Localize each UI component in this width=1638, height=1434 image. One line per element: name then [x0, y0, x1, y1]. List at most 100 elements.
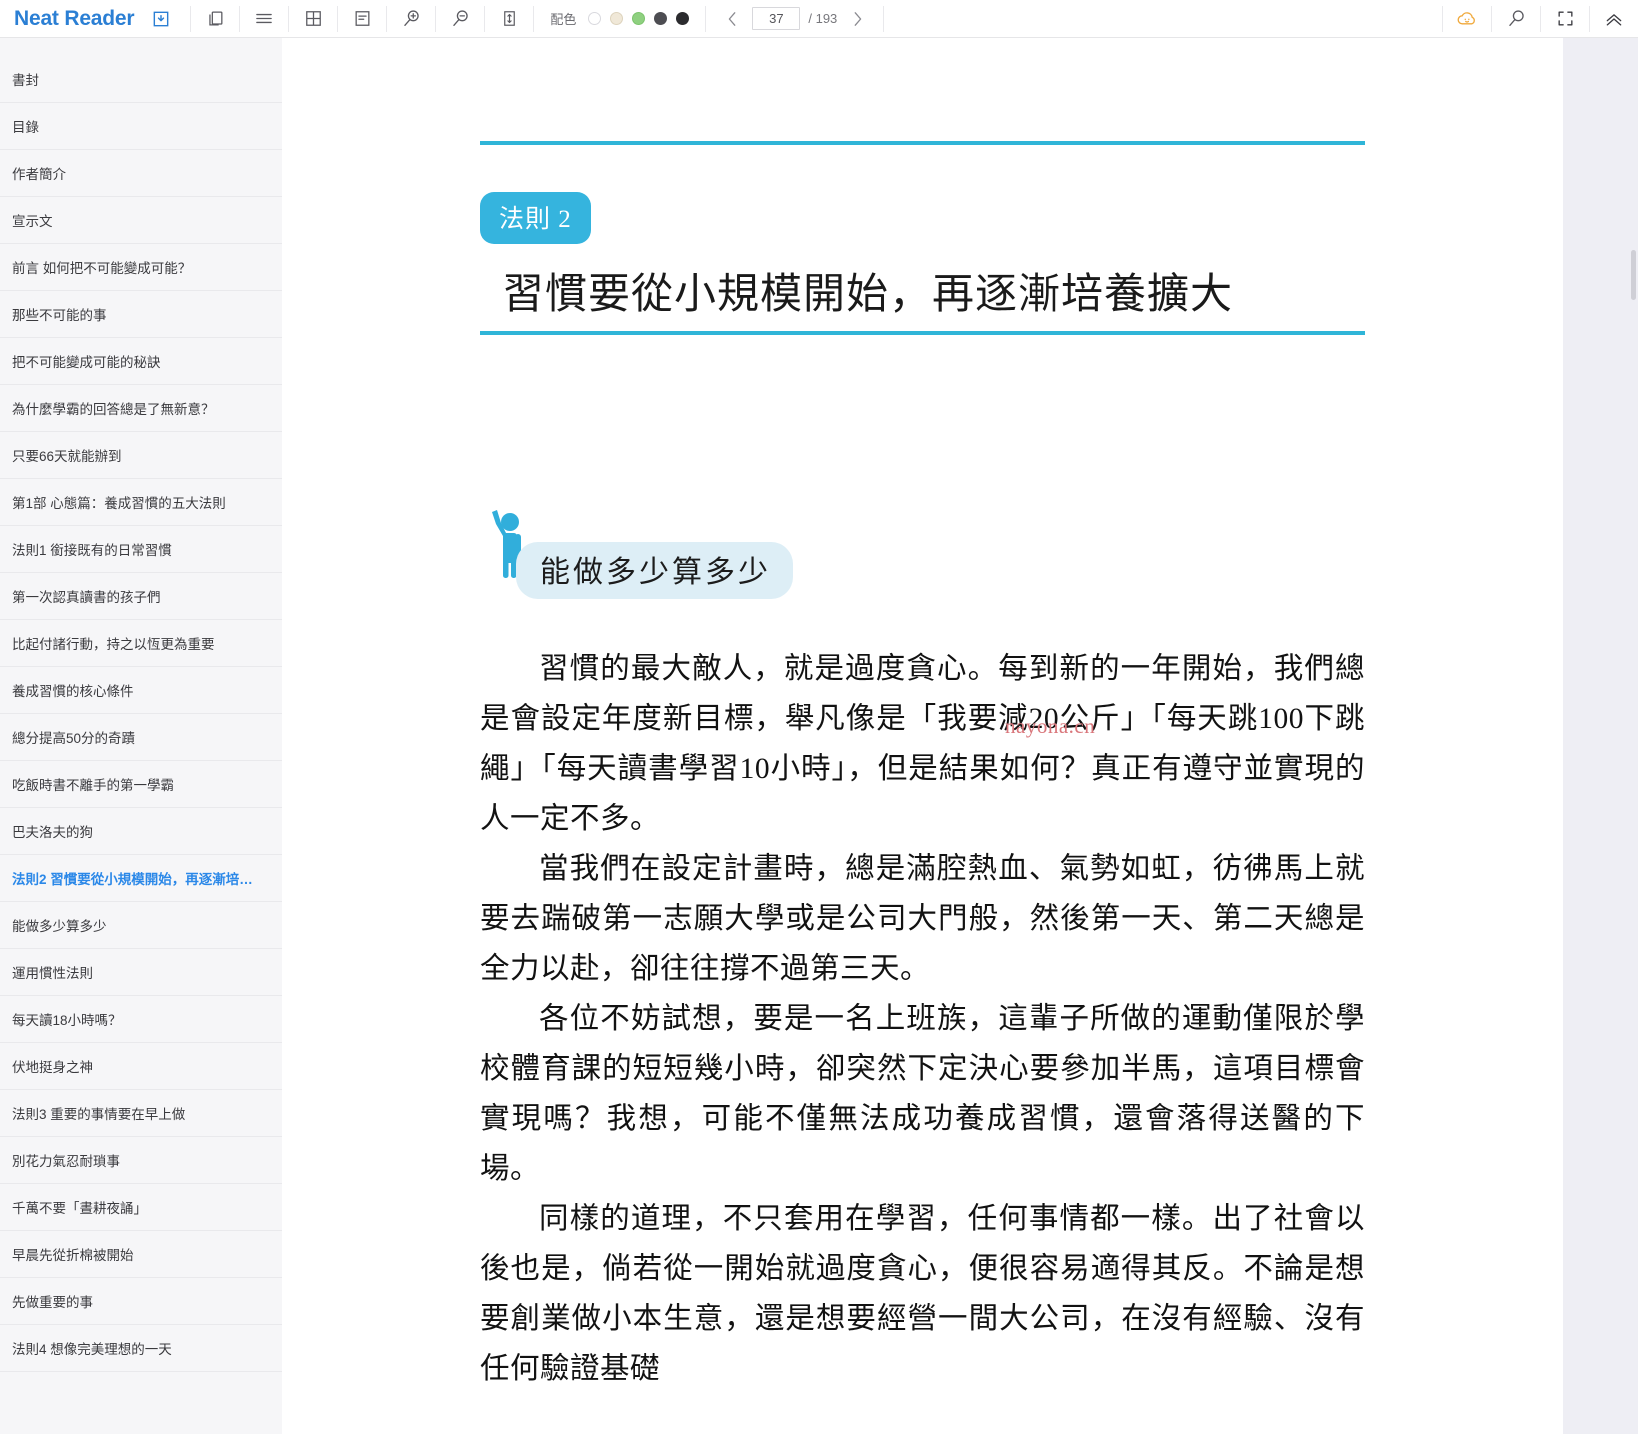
toc-item-label: 第一次認真讀書的孩子們	[12, 590, 161, 605]
theme-swatch-sepia[interactable]	[610, 12, 624, 25]
toc-item[interactable]: 總分提高50分的奇蹟	[0, 714, 282, 761]
app-title: Neat Reader	[14, 6, 135, 30]
toc-item[interactable]: 把不可能變成可能的秘訣	[0, 338, 282, 385]
toc-item[interactable]: 養成習慣的核心條件	[0, 667, 282, 714]
page-navigation: / 193	[706, 0, 883, 38]
toc-item-label: 法則3 重要的事情要在早上做	[12, 1107, 186, 1122]
section-heading-block: 能做多少算多少	[480, 500, 1453, 599]
toc-item[interactable]: 作者簡介	[0, 150, 282, 197]
toc-item[interactable]: 別花力氣忍耐瑣事	[0, 1137, 282, 1184]
save-book-icon[interactable]	[146, 0, 176, 38]
theme-swatch-dark-gray[interactable]	[654, 12, 668, 25]
theme-swatch-green[interactable]	[632, 12, 646, 25]
toc-item[interactable]: 前言 如何把不可能變成可能？	[0, 244, 282, 291]
toc-item-label: 法則4 想像完美理想的一天	[12, 1342, 172, 1357]
zoom-out-icon[interactable]	[436, 0, 484, 38]
cloud-sync-icon[interactable]	[1443, 0, 1491, 38]
toc-item[interactable]: 目錄	[0, 103, 282, 150]
toc-item-label: 第1部 心態篇：養成習慣的五大法則	[12, 496, 226, 511]
toc-item-label: 那些不可能的事	[12, 308, 107, 323]
brand-group: Neat Reader	[0, 0, 190, 38]
toc-item-label: 每天讀18小時嗎？	[12, 1013, 122, 1028]
toc-item[interactable]: 巴夫洛夫的狗	[0, 808, 282, 855]
toc-item-label: 目錄	[12, 120, 39, 135]
toc-item[interactable]: 吃飯時書不離手的第一學霸	[0, 761, 282, 808]
vertical-scrollbar-thumb[interactable]	[1631, 250, 1636, 300]
toc-item-label: 法則2 習慣要從小規模開始，再逐漸培…	[12, 872, 253, 887]
toc-item-label: 把不可能變成可能的秘訣	[12, 355, 161, 370]
toc-item-label: 吃飯時書不離手的第一學霸	[12, 778, 174, 793]
toc-item-label: 巴夫洛夫的狗	[12, 825, 93, 840]
toc-item[interactable]: 第一次認真讀書的孩子們	[0, 573, 282, 620]
notes-icon[interactable]	[338, 0, 386, 38]
chapter-rule-bottom	[480, 331, 1365, 335]
toc-item[interactable]: 只要66天就能辦到	[0, 432, 282, 479]
toc-list-icon[interactable]	[240, 0, 288, 38]
line-height-icon[interactable]	[485, 0, 533, 38]
body-paragraph: 習慣的最大敵人，就是過度貪心。每到新的一年開始，我們總是會設定年度新目標，舉凡像…	[480, 653, 1365, 835]
body-paragraph: 各位不妨試想，要是一名上班族，這輩子所做的運動僅限於學校體育課的短短幾小時，卻突…	[480, 1003, 1365, 1185]
reader-pane: 法則 2 習慣要從小規模開始，再逐漸培養擴大 能做多少算多少 習慣的最大敵人，就…	[283, 38, 1543, 1434]
top-toolbar: Neat Reader 配色 37 / 193	[0, 0, 1638, 38]
page-number-input[interactable]	[752, 7, 801, 30]
toc-item[interactable]: 為什麼學霸的回答總是了無新意？	[0, 385, 282, 432]
collapse-toolbar-icon[interactable]	[1590, 0, 1638, 38]
toc-sidebar[interactable]: 書封目錄作者簡介宣示文前言 如何把不可能變成可能？ 那些不可能的事把不可能變成可能…	[0, 38, 282, 1434]
toc-item-label: 作者簡介	[12, 167, 66, 182]
toc-item[interactable]: 早晨先從折棉被開始	[0, 1231, 282, 1278]
toc-item[interactable]: 千萬不要「晝耕夜誦」	[0, 1184, 282, 1231]
toc-item-label: 書封	[12, 73, 39, 88]
toc-item[interactable]: 法則4 想像完美理想的一天	[0, 1325, 282, 1372]
toc-item-label: 只要66天就能辦到	[12, 449, 122, 464]
toolbar-right-group	[1442, 0, 1638, 38]
toc-item[interactable]: 比起付諸行動，持之以恆更為重要	[0, 620, 282, 667]
toc-item-label: 先做重要的事	[12, 1295, 93, 1310]
toc-item-label: 運用慣性法則	[12, 966, 93, 981]
chapter-title: 習慣要從小規模開始，再逐漸培養擴大	[502, 272, 1234, 318]
prev-page-button[interactable]	[720, 6, 744, 32]
toc-item-label: 千萬不要「晝耕夜誦」	[12, 1201, 147, 1216]
theme-swatch-black[interactable]	[676, 12, 690, 25]
toc-item-label: 前言 如何把不可能變成可能？	[12, 261, 192, 276]
toolbar-divider	[883, 5, 885, 32]
toc-item-label: 比起付諸行動，持之以恆更為重要	[12, 637, 215, 652]
toc-item-label: 法則1 銜接既有的日常習慣	[12, 543, 172, 558]
toc-list: 書封目錄作者簡介宣示文前言 如何把不可能變成可能？ 那些不可能的事把不可能變成可能…	[0, 56, 282, 1372]
toc-item[interactable]: 第1部 心態篇：養成習慣的五大法則	[0, 479, 282, 526]
toc-item-label: 養成習慣的核心條件	[12, 684, 134, 699]
section-heading: 能做多少算多少	[516, 542, 793, 599]
toc-item[interactable]: 法則2 習慣要從小規模開始，再逐漸培…	[0, 855, 282, 902]
toc-item[interactable]: 每天讀18小時嗎？	[0, 996, 282, 1043]
search-icon[interactable]	[1492, 0, 1540, 38]
right-panel	[1563, 38, 1638, 1434]
toc-item-label: 能做多少算多少	[12, 919, 107, 934]
fullscreen-icon[interactable]	[1541, 0, 1589, 38]
toc-item[interactable]: 運用慣性法則	[0, 949, 282, 996]
toc-item[interactable]: 先做重要的事	[0, 1278, 282, 1325]
color-theme-group: 配色	[534, 0, 705, 38]
toc-item-label: 為什麼學霸的回答總是了無新意？	[12, 402, 215, 417]
toc-item[interactable]: 法則3 重要的事情要在早上做	[0, 1090, 282, 1137]
toc-item-label: 總分提高50分的奇蹟	[12, 731, 136, 746]
toc-item[interactable]: 伏地挺身之神	[0, 1043, 282, 1090]
chapter-body: 習慣的最大敵人，就是過度貪心。每到新的一年開始，我們總是會設定年度新目標，舉凡像…	[480, 644, 1365, 1394]
reader-right-gap	[1543, 38, 1563, 1434]
book-page: 法則 2 習慣要從小規模開始，再逐漸培養擴大 能做多少算多少 習慣的最大敵人，就…	[283, 38, 1543, 1394]
toc-item[interactable]: 那些不可能的事	[0, 291, 282, 338]
toc-item-label: 早晨先從折棉被開始	[12, 1248, 134, 1263]
toc-item-label: 別花力氣忍耐瑣事	[12, 1154, 120, 1169]
next-page-button[interactable]	[845, 6, 869, 32]
zoom-in-icon[interactable]	[387, 0, 435, 38]
toc-item[interactable]: 法則1 銜接既有的日常習慣	[0, 526, 282, 573]
copy-page-icon[interactable]	[191, 0, 239, 38]
toc-item[interactable]: 書封	[0, 56, 282, 103]
toc-item[interactable]: 能做多少算多少	[0, 902, 282, 949]
body-paragraph: 同樣的道理，不只套用在學習，任何事情都一樣。出了社會以後也是，倘若從一開始就過度…	[480, 1203, 1365, 1385]
theme-swatch-white[interactable]	[588, 12, 602, 25]
page-total-label: / 193	[808, 11, 838, 26]
toc-item[interactable]: 宣示文	[0, 197, 282, 244]
grid-layout-icon[interactable]	[289, 0, 337, 38]
body-paragraph: 當我們在設定計畫時，總是滿腔熱血、氣勢如虹，彷彿馬上就要去踹破第一志願大學或是公…	[480, 853, 1365, 985]
palette-label: 配色	[550, 12, 577, 27]
toc-item-label: 宣示文	[12, 214, 53, 229]
